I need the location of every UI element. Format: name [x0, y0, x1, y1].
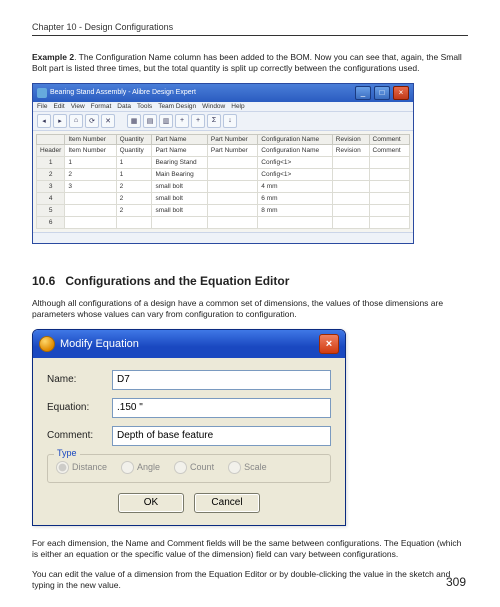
bom-table[interactable]: Item NumberQuantityPart NamePart NumberC…	[36, 134, 410, 229]
toolbar-button[interactable]: +	[191, 114, 205, 128]
bom-menubar[interactable]: FileEditViewFormatDataToolsTeam DesignWi…	[33, 102, 413, 111]
section-title: Configurations and the Equation Editor	[65, 274, 289, 288]
page-number: 309	[446, 575, 466, 589]
page: Chapter 10 - Design Configurations Examp…	[0, 0, 500, 607]
table-row: 111Bearing StandConfig<1>	[37, 156, 410, 168]
intro-paragraph: Although all configurations of a design …	[32, 298, 468, 321]
radio-distance[interactable]: Distance	[56, 461, 107, 474]
table-row: 221Main BearingConfig<1>	[37, 168, 410, 180]
bom-body: Item NumberQuantityPart NamePart NumberC…	[33, 131, 413, 232]
comment-label: Comment:	[47, 430, 102, 441]
name-field[interactable]	[112, 370, 331, 390]
radio-scale[interactable]: Scale	[228, 461, 267, 474]
minimize-button[interactable]: _	[355, 86, 371, 100]
comment-field[interactable]	[112, 426, 331, 446]
type-fieldset: Type Distance Angle Count Scale	[47, 454, 331, 483]
toolbar-button[interactable]: ⟳	[85, 114, 99, 128]
table-row: 6	[37, 216, 410, 228]
toolbar-button[interactable]: ⌂	[69, 114, 83, 128]
table-row: 332small bolt4 mm	[37, 180, 410, 192]
toolbar-button[interactable]: ▤	[143, 114, 157, 128]
table-subheader-row: HeaderItem NumberQuantityPart NamePart N…	[37, 144, 410, 156]
bom-titlebar: Bearing Stand Assembly - Alibre Design E…	[33, 84, 413, 102]
dialog-icon	[39, 336, 55, 352]
equation-label: Equation:	[47, 402, 102, 413]
ok-button[interactable]: OK	[118, 493, 184, 513]
app-icon	[37, 88, 47, 98]
dialog-body: Name: Equation: Comment: Type Distance A…	[33, 358, 345, 525]
toolbar-button[interactable]: ▥	[159, 114, 173, 128]
toolbar-button[interactable]: ▸	[53, 114, 67, 128]
type-legend: Type	[54, 448, 80, 458]
dialog-titlebar: Modify Equation ×	[33, 330, 345, 358]
chapter-header: Chapter 10 - Design Configurations	[32, 22, 468, 36]
section-number: 10.6	[32, 274, 55, 288]
table-row: 52small bolt8 mm	[37, 204, 410, 216]
paragraph-2: For each dimension, the Name and Comment…	[32, 538, 468, 561]
toolbar-button[interactable]: ▦	[127, 114, 141, 128]
example-text: . The Configuration Name column has been…	[32, 52, 462, 73]
bom-toolbar: ◂ ▸ ⌂ ⟳ ✕ ▦ ▤ ▥ + + Σ ↓	[33, 111, 413, 131]
example-paragraph: Example 2. The Configuration Name column…	[32, 52, 468, 75]
toolbar-button[interactable]: ◂	[37, 114, 51, 128]
name-label: Name:	[47, 374, 102, 385]
example-label: Example 2	[32, 52, 74, 62]
table-row: 42small bolt6 mm	[37, 192, 410, 204]
toolbar-button[interactable]: +	[175, 114, 189, 128]
paragraph-3: You can edit the value of a dimension fr…	[32, 569, 468, 592]
dialog-title: Modify Equation	[60, 338, 139, 350]
toolbar-button[interactable]: ↓	[223, 114, 237, 128]
close-icon[interactable]: ×	[319, 334, 339, 354]
radio-count[interactable]: Count	[174, 461, 214, 474]
bom-window: Bearing Stand Assembly - Alibre Design E…	[32, 83, 414, 244]
table-header-row: Item NumberQuantityPart NamePart NumberC…	[37, 134, 410, 144]
modify-equation-dialog: Modify Equation × Name: Equation: Commen…	[32, 329, 346, 526]
radio-angle[interactable]: Angle	[121, 461, 160, 474]
section-heading: 10.6 Configurations and the Equation Edi…	[32, 274, 468, 288]
equation-field[interactable]	[112, 398, 331, 418]
bom-statusbar	[33, 232, 413, 243]
bom-window-title: Bearing Stand Assembly - Alibre Design E…	[50, 89, 196, 96]
toolbar-button[interactable]: Σ	[207, 114, 221, 128]
maximize-button[interactable]: □	[374, 86, 390, 100]
cancel-button[interactable]: Cancel	[194, 493, 260, 513]
toolbar-button[interactable]: ✕	[101, 114, 115, 128]
close-button[interactable]: ×	[393, 86, 409, 100]
